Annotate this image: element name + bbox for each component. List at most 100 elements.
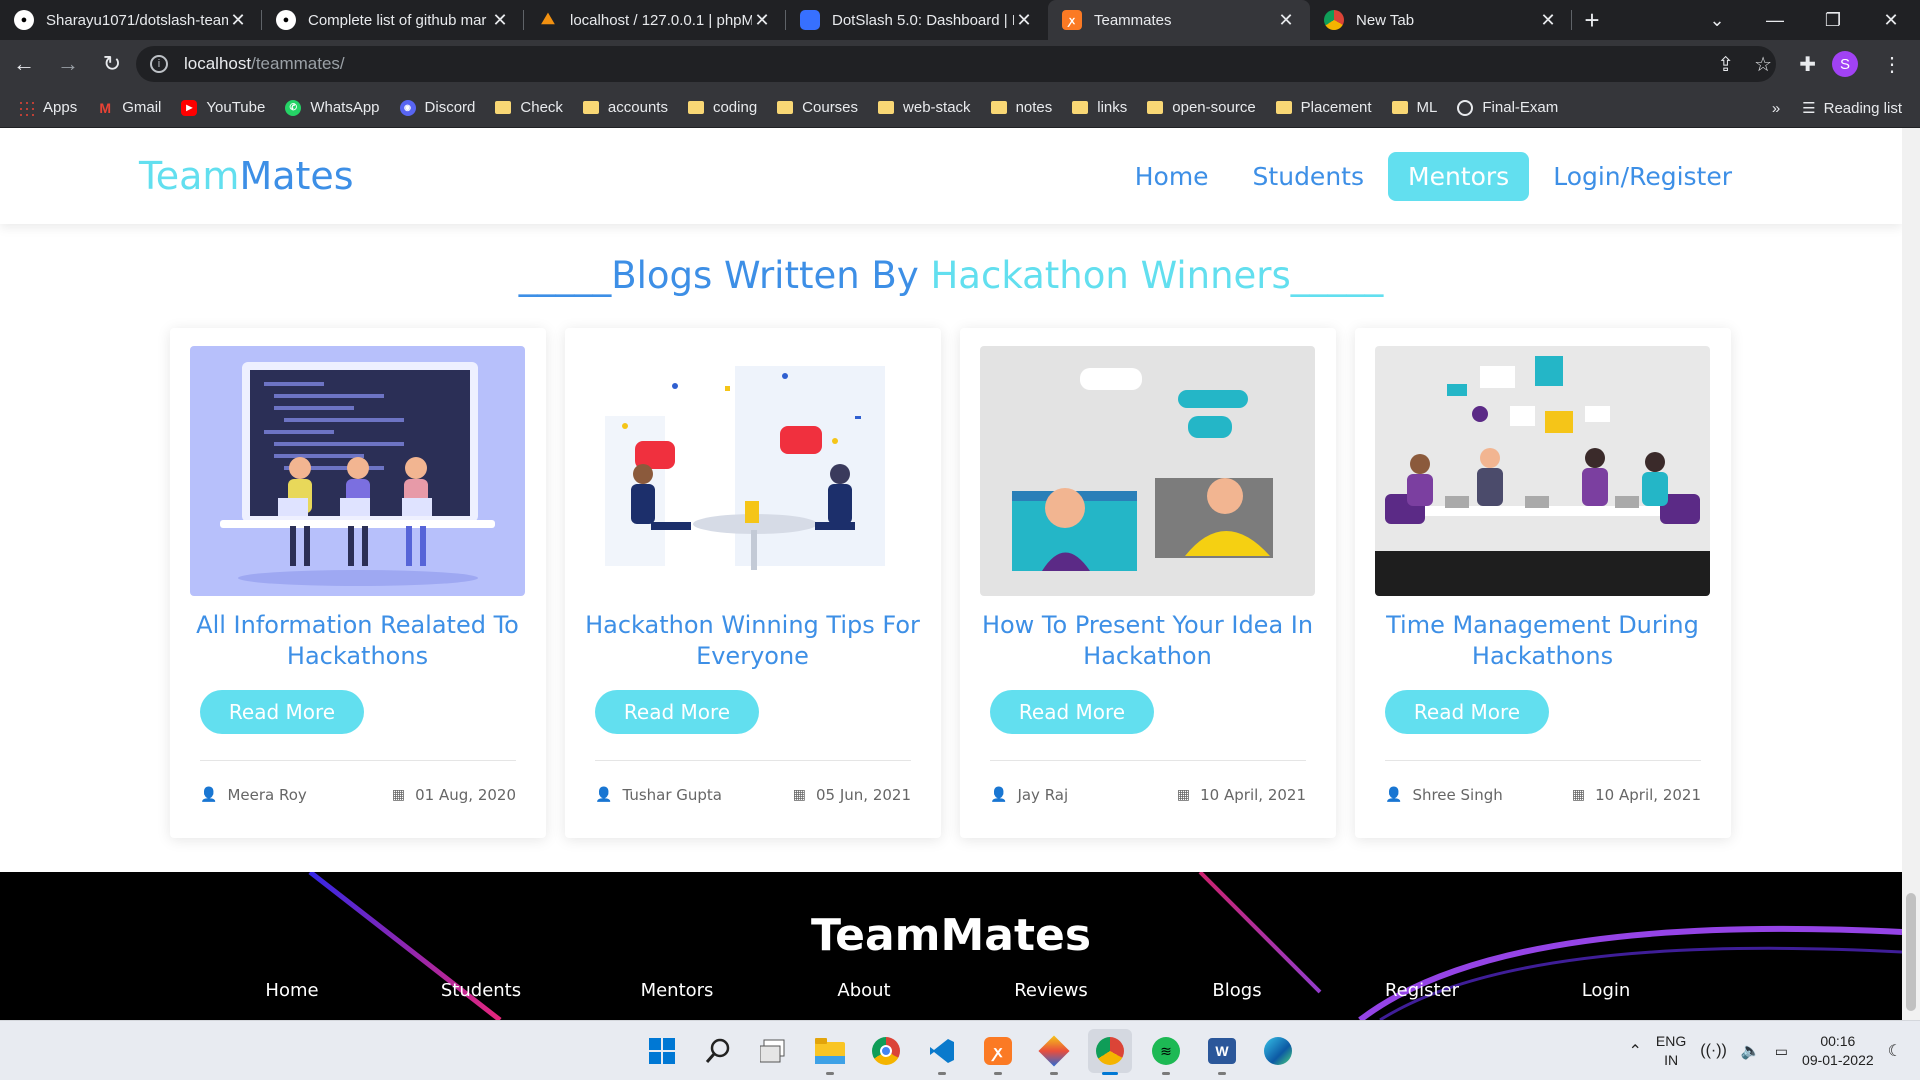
blog-title[interactable]: Time Management During Hackathons [1375, 610, 1710, 672]
blog-card: How To Present Your Idea In Hackathon Re… [960, 328, 1336, 838]
folder-icon [878, 100, 895, 116]
footer-link-register[interactable]: Register [1385, 980, 1459, 1001]
blog-title[interactable]: Hackathon Winning Tips For Everyone [585, 610, 920, 672]
bookmark-accounts[interactable]: accounts [582, 99, 668, 116]
scrollbar-thumb[interactable] [1906, 893, 1916, 1011]
close-icon[interactable]: ✕ [1538, 10, 1558, 31]
tab-title: New Tab [1356, 11, 1415, 29]
bookmark-notes[interactable]: notes [990, 99, 1052, 116]
nav-mentors[interactable]: Mentors [1388, 152, 1530, 201]
footer-link-students[interactable]: Students [441, 980, 521, 1001]
tab-new-tab[interactable]: New Tab ✕ [1310, 0, 1572, 40]
close-icon[interactable]: ✕ [228, 10, 248, 31]
tab-devfolio[interactable]: DotSlash 5.0: Dashboard | D ✕ [786, 0, 1048, 40]
read-more-button[interactable]: Read More [200, 690, 364, 734]
restore-icon[interactable]: ❐ [1804, 0, 1862, 40]
blog-title[interactable]: All Information Realated To Hackathons [190, 610, 525, 672]
xampp-icon[interactable]: ꭗ [976, 1029, 1020, 1075]
system-tray: ⌃ ENG IN ((·)) 🔈 ▭ 00:16 09-01-2022 ☾ [1628, 1021, 1902, 1081]
tab-title: Complete list of github mar [308, 11, 487, 29]
bookmark-whatsapp[interactable]: ✆ WhatsApp [285, 99, 380, 116]
reading-list-button[interactable]: Reading list [1824, 100, 1902, 117]
bookmark-coding[interactable]: coding [687, 99, 757, 116]
footer-link-home[interactable]: Home [265, 980, 318, 1001]
reload-icon[interactable]: ↻ [92, 44, 132, 84]
blog-author: Tushar Gupta [622, 786, 723, 804]
bookmarks-overflow-icon[interactable]: » [1772, 100, 1780, 117]
close-window-icon[interactable]: ✕ [1862, 0, 1920, 40]
bookmark-youtube[interactable]: ▶ YouTube [181, 99, 265, 116]
chevron-up-icon[interactable]: ⌃ [1628, 1041, 1641, 1061]
tab-github-dotslash[interactable]: ● Sharayu1071/dotslash-team ✕ [0, 0, 262, 40]
nav-login-register[interactable]: Login/Register [1533, 152, 1752, 201]
bookmark-check[interactable]: Check [495, 99, 563, 116]
language-indicator[interactable]: ENG IN [1656, 1032, 1686, 1070]
tab-title: DotSlash 5.0: Dashboard | D [832, 11, 1014, 29]
site-logo[interactable]: TeamMates [139, 154, 354, 198]
nav-home[interactable]: Home [1115, 152, 1229, 201]
bookmark-discord[interactable]: ◉ Discord [399, 99, 475, 116]
bookmark-label: web-stack [903, 99, 971, 116]
forward-arrow-icon[interactable]: → [48, 44, 88, 84]
tab-search-icon[interactable]: ⌄ [1688, 0, 1746, 40]
windows-start-icon[interactable] [640, 1029, 684, 1073]
divider [595, 760, 911, 761]
nav-students[interactable]: Students [1233, 152, 1384, 201]
tab-teammates[interactable]: ꭗ Teammates ✕ [1048, 0, 1310, 40]
footer-link-login[interactable]: Login [1582, 980, 1631, 1001]
footer-link-blogs[interactable]: Blogs [1212, 980, 1261, 1001]
address-bar[interactable]: i localhost/teammates/ [136, 46, 1776, 82]
bookmark-ml[interactable]: ML [1391, 99, 1437, 116]
read-more-button[interactable]: Read More [990, 690, 1154, 734]
tab-phpmyadmin[interactable]: ⛰ localhost / 127.0.0.1 | phpM ✕ [524, 0, 786, 40]
vscode-icon[interactable] [920, 1029, 964, 1075]
bookmark-label: Courses [802, 99, 859, 116]
profile-avatar[interactable]: S [1832, 51, 1858, 77]
file-explorer-icon[interactable] [808, 1029, 852, 1075]
bookmark-apps[interactable]: Apps [18, 99, 77, 116]
read-more-button[interactable]: Read More [1385, 690, 1549, 734]
bookmark-placement[interactable]: Placement [1275, 99, 1372, 116]
search-icon[interactable] [696, 1029, 740, 1073]
chrome-icon[interactable] [864, 1029, 908, 1073]
extensions-icon[interactable]: ✚ [1799, 52, 1816, 77]
tab-github-list[interactable]: ● Complete list of github mar ✕ [262, 0, 524, 40]
read-more-button[interactable]: Read More [595, 690, 759, 734]
page-scrollbar[interactable] [1902, 128, 1920, 1020]
edge-icon[interactable] [1256, 1029, 1300, 1073]
close-icon[interactable]: ✕ [490, 10, 510, 31]
battery-icon[interactable]: ▭ [1775, 1043, 1788, 1060]
chrome-profile-icon[interactable] [1088, 1029, 1132, 1075]
notifications-icon[interactable]: ☾ [1888, 1041, 1902, 1061]
menu-icon[interactable]: ⋮ [1882, 52, 1902, 77]
blog-title[interactable]: How To Present Your Idea In Hackathon [980, 610, 1315, 672]
clock[interactable]: 00:16 09-01-2022 [1802, 1032, 1874, 1070]
footer-link-reviews[interactable]: Reviews [1014, 980, 1088, 1001]
bookmark-courses[interactable]: Courses [777, 99, 858, 116]
bookmark-label: Placement [1300, 99, 1372, 116]
whatsapp-icon: ✆ [285, 99, 302, 116]
footer-link-mentors[interactable]: Mentors [641, 980, 714, 1001]
git-icon[interactable] [1032, 1029, 1076, 1075]
back-arrow-icon[interactable]: ← [4, 44, 44, 84]
close-icon[interactable]: ✕ [752, 10, 772, 31]
close-icon[interactable]: ✕ [1276, 10, 1296, 31]
task-view-icon[interactable] [752, 1029, 796, 1073]
wifi-icon[interactable]: ((·)) [1700, 1042, 1727, 1060]
bookmark-web-stack[interactable]: web-stack [878, 99, 971, 116]
close-icon[interactable]: ✕ [1014, 10, 1034, 31]
footer-link-about[interactable]: About [837, 980, 890, 1001]
bookmark-label: open-source [1172, 99, 1256, 116]
share-icon[interactable]: ⇪ [1717, 52, 1734, 77]
spotify-icon[interactable]: ≋ [1144, 1029, 1188, 1075]
site-info-icon[interactable]: i [150, 55, 168, 73]
bookmark-open-source[interactable]: open-source [1147, 99, 1256, 116]
new-tab-button[interactable]: + [1572, 0, 1612, 40]
volume-icon[interactable]: 🔈 [1741, 1041, 1761, 1061]
bookmark-final-exam[interactable]: Final-Exam [1457, 99, 1558, 116]
word-icon[interactable]: W [1200, 1029, 1244, 1075]
bookmark-links[interactable]: links [1072, 99, 1127, 116]
bookmark-star-icon[interactable]: ☆ [1754, 52, 1772, 77]
minimize-icon[interactable]: — [1746, 0, 1804, 40]
bookmark-gmail[interactable]: M Gmail [97, 99, 161, 116]
